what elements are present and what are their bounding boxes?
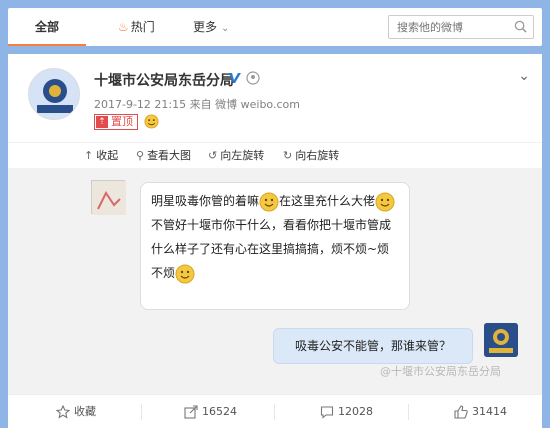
- rotate-left-icon: ↺: [208, 149, 218, 162]
- bubble1-text-part1: 明星吸毒你管的着嘛: [151, 194, 260, 208]
- search-input[interactable]: [389, 16, 507, 38]
- post-image[interactable]: 明星吸毒你管的着嘛 在这里充什么大佬不管好十堰市你干什么，看看你把十堰市管成什么样…: [8, 168, 542, 394]
- action-divider: [408, 404, 409, 420]
- chat-bubble-left: 明星吸毒你管的着嘛 在这里充什么大佬不管好十堰市你干什么，看看你把十堰市管成什么样…: [140, 182, 410, 310]
- post-action-bar: 收藏 16524 12028 31414: [8, 394, 542, 428]
- member-rank-icon[interactable]: [246, 71, 260, 85]
- collapse-icon: ↑: [84, 149, 94, 162]
- image-watermark: @十堰市公安局东岳分局: [380, 365, 501, 378]
- collapse-button[interactable]: ↑ 收起: [84, 147, 118, 163]
- chevron-down-icon: ⌄: [221, 23, 230, 34]
- view-large-button[interactable]: ⚲ 查看大图: [136, 147, 191, 163]
- post-meta: 2017-9-12 21:15 来自 微博 weibo.com: [94, 96, 300, 112]
- search-icon[interactable]: [514, 20, 527, 33]
- post-source-prefix: 来自: [189, 98, 212, 111]
- pinned-label: 置顶: [111, 115, 133, 128]
- comment-count: 12028: [338, 405, 373, 418]
- rotate-right-icon: ↻: [283, 149, 293, 162]
- tab-hot-label: 热门: [130, 20, 155, 34]
- share-button[interactable]: 16524: [184, 395, 237, 428]
- rotate-left-button[interactable]: ↺ 向左旋转: [208, 147, 264, 163]
- action-divider: [141, 404, 142, 420]
- like-button[interactable]: 31414: [454, 395, 507, 428]
- police-avatar: [484, 323, 518, 357]
- favorite-label: 收藏: [74, 405, 96, 418]
- post-timestamp[interactable]: 2017-9-12 21:15: [94, 98, 186, 111]
- tab-more-label: 更多: [193, 20, 218, 34]
- favorite-button[interactable]: 收藏: [55, 395, 96, 428]
- smiley-icon: [175, 264, 195, 283]
- view-large-label: 查看大图: [147, 149, 192, 162]
- post-menu-chevron-icon[interactable]: ⌄: [518, 68, 530, 84]
- action-divider: [274, 404, 275, 420]
- smiley-icon: [375, 192, 395, 211]
- like-count: 31414: [472, 405, 507, 418]
- verified-badge-icon: [229, 73, 241, 83]
- share-count: 16524: [202, 405, 237, 418]
- post-author-name[interactable]: 十堰市公安局东岳分局: [94, 70, 234, 90]
- share-icon: [184, 405, 198, 419]
- media-toolbar: ↑ 收起 ⚲ 查看大图 ↺ 向左旋转 ↻ 向右旋转: [8, 142, 542, 168]
- avatar[interactable]: [28, 68, 80, 120]
- tab-more[interactable]: 更多 ⌄: [193, 8, 229, 46]
- tab-all[interactable]: 全部: [8, 8, 86, 46]
- police-badge-icon: [29, 69, 79, 119]
- smiley-icon: [259, 192, 279, 211]
- weibo-post-card: 十堰市公安局东岳分局 2017-9-12 21:15 来自 微博 weibo.c…: [8, 54, 542, 428]
- comment-button[interactable]: 12028: [320, 395, 373, 428]
- profile-tab-bar: 全部 ♨ 热门 更多 ⌄: [8, 8, 542, 46]
- star-icon: [55, 404, 71, 419]
- post-source[interactable]: 微博 weibo.com: [215, 98, 300, 111]
- thumbs-up-icon: [454, 405, 468, 419]
- zoom-icon: ⚲: [136, 149, 145, 162]
- pinned-badge: ⇡ 置顶: [94, 114, 138, 130]
- rotate-right-label: 向右旋转: [295, 149, 340, 162]
- chat-bubble-right: 吸毒公安不能管，那谁来管？: [273, 328, 473, 364]
- commenter-avatar: [91, 180, 126, 215]
- collapse-label: 收起: [96, 149, 119, 162]
- tab-hot[interactable]: ♨ 热门: [118, 8, 155, 46]
- flame-icon: ♨: [118, 20, 129, 34]
- smiley-icon: [144, 114, 159, 129]
- commenter-avatar-image: [92, 181, 126, 215]
- search-box: [388, 15, 534, 39]
- pin-arrow-icon: ⇡: [96, 116, 108, 128]
- rotate-right-button[interactable]: ↻ 向右旋转: [283, 147, 339, 163]
- rotate-left-label: 向左旋转: [220, 149, 265, 162]
- police-badge-icon: [484, 323, 518, 357]
- comment-icon: [320, 406, 334, 419]
- bubble1-text-part2: 在这里充什么大佬: [279, 194, 376, 208]
